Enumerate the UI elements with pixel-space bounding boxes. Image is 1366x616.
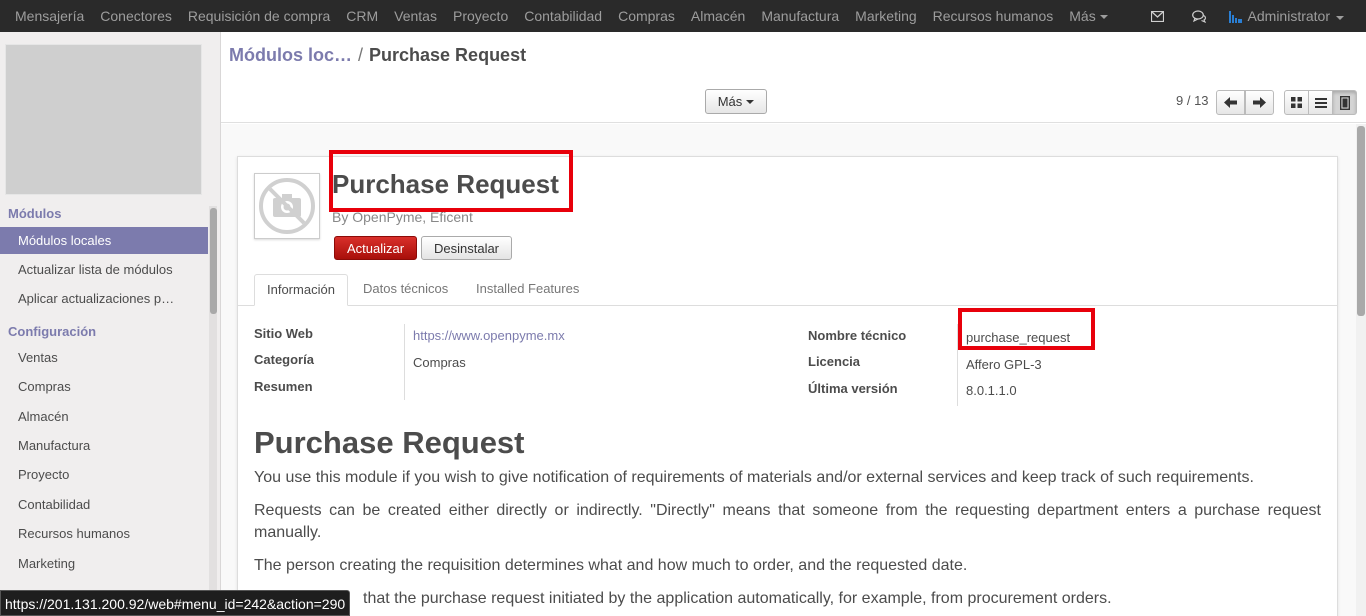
- envelope-icon: [1150, 10, 1164, 22]
- user-avatar-icon: [1228, 11, 1242, 23]
- caret-down-icon: [1099, 15, 1108, 20]
- arrow-right-icon: [1253, 97, 1266, 108]
- sidebar-section-configuracion: Configuración: [8, 324, 97, 339]
- field-value-category: Compras: [413, 355, 466, 370]
- no-image-camera-icon: [259, 178, 315, 234]
- menu-recursos-humanos[interactable]: Recursos humanos: [925, 2, 1062, 30]
- field-label-technical-name: Nombre técnico: [808, 328, 907, 343]
- sidebar-item-modulos-locales[interactable]: Módulos locales: [0, 227, 208, 254]
- menu-mensajeria[interactable]: Mensajería: [7, 2, 92, 30]
- main-content: Purchase Request By OpenPyme, Eficent Ac…: [221, 124, 1366, 616]
- more-actions-button[interactable]: Más: [705, 89, 767, 114]
- caret-down-icon: [746, 99, 755, 104]
- view-list-button[interactable]: [1308, 90, 1333, 115]
- highlight-box-technical-name: [958, 308, 1095, 350]
- pager-previous-button[interactable]: [1216, 90, 1245, 115]
- menu-almacen[interactable]: Almacén: [683, 2, 753, 30]
- field-label-summary: Resumen: [254, 379, 313, 394]
- menu-more[interactable]: Más: [1061, 2, 1115, 30]
- menu-contabilidad[interactable]: Contabilidad: [516, 2, 610, 30]
- field-label-license: Licencia: [808, 354, 861, 369]
- menu-more-label: Más: [1069, 8, 1096, 24]
- caret-down-icon: [1336, 15, 1344, 20]
- menu-ventas[interactable]: Ventas: [386, 2, 445, 30]
- menu-conectores[interactable]: Conectores: [92, 2, 180, 30]
- arrow-left-icon: [1224, 97, 1237, 108]
- description-heading: Purchase Request: [254, 425, 525, 460]
- sidebar-item-aplicar-actualizaciones[interactable]: Aplicar actualizaciones p…: [0, 285, 208, 312]
- chat-button[interactable]: [1178, 0, 1221, 32]
- view-form-button[interactable]: [1332, 90, 1357, 115]
- browser-status-url: https://201.131.200.92/web#menu_id=242&a…: [0, 590, 351, 616]
- grid-icon: [1291, 97, 1302, 108]
- description-paragraph: that the purchase request initiated by t…: [363, 590, 1112, 607]
- sidebar-item-marketing[interactable]: Marketing: [0, 550, 208, 577]
- description-paragraph: The person creating the requisition dete…: [254, 557, 968, 574]
- user-name: Administrator: [1247, 8, 1330, 24]
- sidebar-item-compras[interactable]: Compras: [0, 373, 208, 400]
- top-right-tools: Administrator: [1137, 0, 1366, 32]
- field-label-category: Categoría: [254, 352, 314, 367]
- form-icon: [1339, 95, 1350, 110]
- tab-installed-features[interactable]: Installed Features: [464, 274, 591, 306]
- sidebar-item-contabilidad[interactable]: Contabilidad: [0, 491, 208, 518]
- highlight-box-title: [329, 150, 573, 212]
- field-label-version: Última versión: [808, 381, 898, 396]
- field-value-version: 8.0.1.1.0: [966, 383, 1017, 398]
- menu-compras[interactable]: Compras: [610, 2, 683, 30]
- menu-requisicion[interactable]: Requisición de compra: [180, 2, 338, 30]
- uninstall-button[interactable]: Desinstalar: [421, 236, 512, 260]
- menu-proyecto[interactable]: Proyecto: [445, 2, 516, 30]
- field-value-website[interactable]: https://www.openpyme.mx: [413, 328, 565, 343]
- main-scrollbar-thumb[interactable]: [1357, 126, 1365, 316]
- sidebar-item-recursos-humanos[interactable]: Recursos humanos: [0, 520, 208, 547]
- sidebar-item-proyecto[interactable]: Proyecto: [0, 461, 208, 488]
- description-paragraph: Requests can be created either directly …: [254, 502, 1321, 541]
- breadcrumb-separator: /: [358, 45, 364, 65]
- tab-datos-tecnicos[interactable]: Datos técnicos: [351, 274, 460, 306]
- menu-manufactura[interactable]: Manufactura: [753, 2, 847, 30]
- field-label-website: Sitio Web: [254, 326, 313, 341]
- sidebar: Módulos Módulos locales Actualizar lista…: [0, 32, 221, 616]
- chat-icon: [1191, 9, 1206, 23]
- pager-counter[interactable]: 9 / 13: [1176, 93, 1209, 108]
- menu-marketing[interactable]: Marketing: [847, 2, 924, 30]
- sidebar-item-ventas[interactable]: Ventas: [0, 344, 208, 371]
- company-logo[interactable]: [5, 44, 202, 195]
- breadcrumb: Módulos loc… / Purchase Request: [229, 45, 526, 66]
- sidebar-item-manufactura[interactable]: Manufactura: [0, 432, 208, 459]
- field-divider: [404, 324, 405, 400]
- update-button[interactable]: Actualizar: [334, 236, 417, 260]
- module-icon: [254, 173, 320, 239]
- description-paragraph: You use this module if you wish to give …: [254, 469, 1254, 486]
- list-icon: [1314, 97, 1327, 108]
- sidebar-item-actualizar-lista[interactable]: Actualizar lista de módulos: [0, 256, 208, 283]
- sidebar-scrollbar-thumb[interactable]: [210, 208, 217, 314]
- more-actions-label: Más: [717, 94, 743, 109]
- breadcrumb-current: Purchase Request: [369, 45, 527, 65]
- form-sheet: Purchase Request By OpenPyme, Eficent Ac…: [237, 150, 1338, 616]
- control-panel: Módulos loc… / Purchase Request Más 9 / 13: [221, 32, 1366, 123]
- tab-informacion[interactable]: Información: [254, 274, 348, 306]
- sidebar-item-almacen[interactable]: Almacén: [0, 403, 208, 430]
- messages-button[interactable]: [1137, 0, 1178, 32]
- menu-crm[interactable]: CRM: [338, 2, 386, 30]
- user-menu[interactable]: Administrator: [1221, 0, 1366, 32]
- field-value-license: Affero GPL-3: [966, 357, 1042, 372]
- view-kanban-button[interactable]: [1284, 90, 1309, 115]
- top-navbar: Mensajería Conectores Requisición de com…: [0, 0, 1366, 32]
- module-author: By OpenPyme, Eficent: [332, 209, 473, 225]
- sidebar-section-modulos: Módulos: [8, 206, 62, 221]
- pager-next-button[interactable]: [1245, 90, 1274, 115]
- breadcrumb-parent[interactable]: Módulos loc…: [229, 45, 352, 65]
- top-menu: Mensajería Conectores Requisición de com…: [0, 0, 1116, 32]
